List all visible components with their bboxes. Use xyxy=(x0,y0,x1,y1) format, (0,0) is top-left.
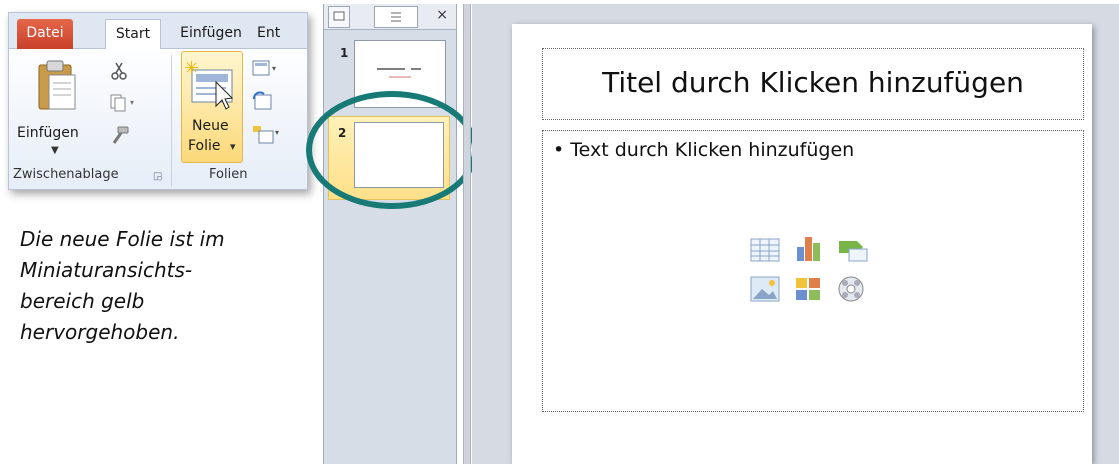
new-slide-label-line1: Neue xyxy=(192,118,229,134)
content-placeholder[interactable]: • Text durch Klicken hinzufügen xyxy=(542,130,1084,412)
ribbon-tab-bar: Datei Start Einfügen Ent xyxy=(9,13,307,50)
reset-slide-icon[interactable] xyxy=(251,91,275,113)
highlight-circle xyxy=(306,91,478,209)
tab-slides[interactable] xyxy=(328,6,350,28)
new-slide-icon: ✳ xyxy=(184,58,234,110)
pane-splitter[interactable] xyxy=(463,4,471,464)
section-icon[interactable]: ▾ xyxy=(251,123,283,145)
insert-smartart-icon[interactable] xyxy=(835,233,871,265)
tab-einfuegen[interactable]: Einfügen xyxy=(173,19,249,49)
layout-icon[interactable]: ▾ xyxy=(251,59,281,79)
slide-thumbnail-pane: × 1 2 xyxy=(323,4,457,464)
tab-entwurf[interactable]: Ent xyxy=(257,19,307,49)
new-slide-button[interactable]: ✳ Neue Folie ▾ xyxy=(181,51,243,163)
thumbnail-number-1: 1 xyxy=(340,46,349,60)
insert-table-icon[interactable] xyxy=(747,233,783,265)
slides-view-icon xyxy=(333,11,345,21)
chevron-down-icon: ▼ xyxy=(51,145,59,156)
ribbon: Datei Start Einfügen Ent Einfügen ▼ ▾ Zw… xyxy=(8,12,308,190)
format-painter-icon[interactable] xyxy=(109,125,131,147)
svg-text:▾: ▾ xyxy=(130,98,134,107)
insert-media-icon[interactable] xyxy=(835,273,871,305)
outline-view-icon xyxy=(391,12,401,22)
paste-icon xyxy=(38,60,76,110)
title-placeholder[interactable]: Titel durch Klicken hinzufügen xyxy=(542,48,1084,120)
caption-text: Die neue Folie ist im Miniaturansichts- … xyxy=(20,224,280,348)
content-icons xyxy=(747,233,875,309)
insert-chart-icon[interactable] xyxy=(791,233,827,265)
caption-line: hervorgehoben. xyxy=(20,320,180,344)
paste-label: Einfügen xyxy=(17,125,79,141)
chevron-down-icon: ▾ xyxy=(230,140,236,153)
caption-line: bereich gelb xyxy=(20,289,145,313)
ribbon-body: Einfügen ▼ ▾ Zwischenablage ◲ ✳ Neue Fol… xyxy=(9,49,307,189)
copy-icon[interactable]: ▾ xyxy=(109,93,139,113)
tab-start[interactable]: Start xyxy=(105,19,161,50)
cut-icon[interactable] xyxy=(109,61,129,81)
paste-button[interactable]: Einfügen ▼ xyxy=(13,55,97,163)
group-label-clipboard: Zwischenablage xyxy=(13,167,119,182)
pane-tab-bar: × xyxy=(324,4,456,30)
group-divider xyxy=(171,55,172,187)
group-label-slides: Folien xyxy=(209,167,248,182)
svg-text:✳: ✳ xyxy=(184,58,199,79)
content-placeholder-text: • Text durch Klicken hinzufügen xyxy=(553,139,855,161)
caption-line: Miniaturansichts- xyxy=(20,258,193,282)
svg-text:▾: ▾ xyxy=(272,64,276,73)
slide-editing-area: Titel durch Klicken hinzufügen • Text du… xyxy=(472,4,1119,464)
new-slide-label-line2: Folie xyxy=(188,138,221,154)
svg-text:▾: ▾ xyxy=(275,128,279,137)
title-placeholder-text: Titel durch Klicken hinzufügen xyxy=(602,66,1024,99)
insert-picture-icon[interactable] xyxy=(747,273,783,305)
tab-outline[interactable] xyxy=(374,6,418,28)
slide-canvas: Titel durch Klicken hinzufügen • Text du… xyxy=(512,24,1092,464)
insert-clipart-icon[interactable] xyxy=(791,273,827,305)
dialog-launcher-icon[interactable]: ◲ xyxy=(153,171,162,182)
close-icon[interactable]: × xyxy=(436,7,448,23)
caption-line: Die neue Folie ist im xyxy=(20,227,225,251)
tab-datei[interactable]: Datei xyxy=(17,19,73,49)
